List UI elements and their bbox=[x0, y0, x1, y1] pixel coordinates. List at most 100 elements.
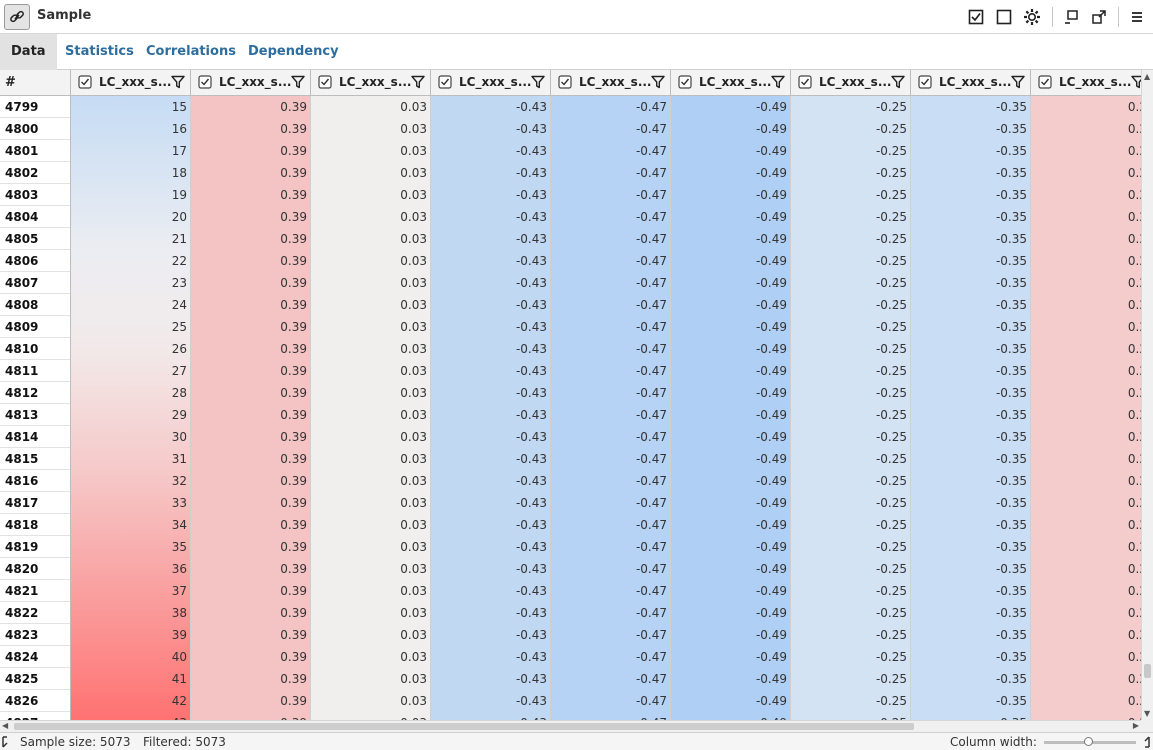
table-cell[interactable]: -0.43 bbox=[431, 206, 550, 228]
vertical-scroll-thumb[interactable] bbox=[1144, 664, 1151, 678]
table-cell[interactable]: -0.35 bbox=[911, 272, 1030, 294]
table-cell[interactable]: -0.47 bbox=[551, 206, 670, 228]
table-cell[interactable]: -0.35 bbox=[911, 140, 1030, 162]
table-cell[interactable]: 0.39 bbox=[191, 162, 310, 184]
table-cell[interactable]: 0.39 bbox=[191, 272, 310, 294]
table-cell[interactable]: -0.43 bbox=[431, 250, 550, 272]
table-cell[interactable]: 41 bbox=[71, 668, 190, 690]
table-cell[interactable]: -0.47 bbox=[551, 492, 670, 514]
table-cell[interactable]: -0.43 bbox=[431, 536, 550, 558]
table-cell[interactable]: -0.25 bbox=[791, 514, 910, 536]
column-header[interactable]: LC_xxx_s... bbox=[551, 70, 671, 96]
table-cell[interactable]: -0.47 bbox=[551, 646, 670, 668]
table-cell[interactable]: -0.35 bbox=[911, 448, 1030, 470]
table-cell[interactable]: -0.25 bbox=[791, 624, 910, 646]
column-checkbox-icon[interactable] bbox=[798, 75, 812, 89]
table-cell[interactable]: 35 bbox=[71, 536, 190, 558]
table-cell[interactable]: -0.25 bbox=[791, 338, 910, 360]
column-width-slider-knob[interactable] bbox=[1084, 737, 1093, 746]
tab-data[interactable]: Data bbox=[0, 34, 57, 70]
horizontal-scrollbar[interactable]: ◀ ▶ bbox=[0, 720, 1141, 732]
table-cell[interactable]: -0.49 bbox=[671, 272, 790, 294]
table-cell[interactable]: 0.39 bbox=[191, 228, 310, 250]
table-cell[interactable]: -0.35 bbox=[911, 206, 1030, 228]
table-cell[interactable]: 0.2 bbox=[1031, 118, 1141, 140]
table-cell[interactable]: -0.43 bbox=[431, 184, 550, 206]
table-cell[interactable]: -0.49 bbox=[671, 206, 790, 228]
tab-correlations[interactable]: Correlations bbox=[135, 34, 247, 70]
table-cell[interactable]: 23 bbox=[71, 272, 190, 294]
filter-icon[interactable] bbox=[1131, 75, 1141, 89]
table-cell[interactable]: 32 bbox=[71, 470, 190, 492]
table-cell[interactable]: -0.25 bbox=[791, 360, 910, 382]
table-cell[interactable]: -0.35 bbox=[911, 96, 1030, 118]
filter-icon[interactable] bbox=[531, 75, 545, 89]
filter-icon[interactable] bbox=[1011, 75, 1025, 89]
table-cell[interactable]: 0.2 bbox=[1031, 536, 1141, 558]
table-cell[interactable]: 0.39 bbox=[191, 558, 310, 580]
table-cell[interactable]: -0.35 bbox=[911, 536, 1030, 558]
table-cell[interactable]: -0.35 bbox=[911, 558, 1030, 580]
settings-icon[interactable] bbox=[1022, 7, 1042, 27]
table-cell[interactable]: 0.2 bbox=[1031, 514, 1141, 536]
table-cell[interactable]: 0.03 bbox=[311, 228, 430, 250]
filter-icon[interactable] bbox=[171, 75, 185, 89]
table-cell[interactable]: -0.25 bbox=[791, 712, 910, 720]
table-cell[interactable]: 0.2 bbox=[1031, 492, 1141, 514]
table-cell[interactable]: 0.03 bbox=[311, 338, 430, 360]
table-cell[interactable]: -0.47 bbox=[551, 294, 670, 316]
table-cell[interactable]: 0.2 bbox=[1031, 624, 1141, 646]
table-cell[interactable]: 0.39 bbox=[191, 118, 310, 140]
table-cell[interactable]: -0.47 bbox=[551, 382, 670, 404]
table-cell[interactable]: -0.47 bbox=[551, 162, 670, 184]
table-cell[interactable]: 0.2 bbox=[1031, 426, 1141, 448]
table-cell[interactable]: 29 bbox=[71, 404, 190, 426]
table-cell[interactable]: -0.47 bbox=[551, 712, 670, 720]
table-cell[interactable]: -0.43 bbox=[431, 404, 550, 426]
table-cell[interactable]: 21 bbox=[71, 228, 190, 250]
table-cell[interactable]: -0.47 bbox=[551, 668, 670, 690]
table-cell[interactable]: -0.43 bbox=[431, 228, 550, 250]
table-cell[interactable]: -0.35 bbox=[911, 426, 1030, 448]
table-cell[interactable]: -0.35 bbox=[911, 338, 1030, 360]
table-cell[interactable]: -0.49 bbox=[671, 580, 790, 602]
table-cell[interactable]: 26 bbox=[71, 338, 190, 360]
table-cell[interactable]: 0.2 bbox=[1031, 448, 1141, 470]
table-cell[interactable]: 40 bbox=[71, 646, 190, 668]
table-cell[interactable]: 0.03 bbox=[311, 624, 430, 646]
table-cell[interactable]: -0.47 bbox=[551, 470, 670, 492]
table-cell[interactable]: -0.47 bbox=[551, 602, 670, 624]
collapse-corner-icon[interactable] bbox=[2, 736, 14, 748]
table-cell[interactable]: 24 bbox=[71, 294, 190, 316]
table-cell[interactable]: 0.39 bbox=[191, 206, 310, 228]
table-cell[interactable]: -0.25 bbox=[791, 668, 910, 690]
table-cell[interactable]: 0.03 bbox=[311, 140, 430, 162]
table-cell[interactable]: -0.47 bbox=[551, 536, 670, 558]
column-checkbox-icon[interactable] bbox=[198, 75, 212, 89]
table-cell[interactable]: -0.49 bbox=[671, 514, 790, 536]
table-cell[interactable]: 17 bbox=[71, 140, 190, 162]
table-cell[interactable]: -0.35 bbox=[911, 316, 1030, 338]
table-cell[interactable]: 0.39 bbox=[191, 96, 310, 118]
table-cell[interactable]: -0.43 bbox=[431, 360, 550, 382]
table-cell[interactable]: 0.03 bbox=[311, 272, 430, 294]
filter-icon[interactable] bbox=[771, 75, 785, 89]
table-cell[interactable]: -0.49 bbox=[671, 162, 790, 184]
table-cell[interactable]: -0.49 bbox=[671, 404, 790, 426]
restore-window-icon[interactable] bbox=[1089, 7, 1109, 27]
horizontal-scroll-thumb[interactable] bbox=[14, 723, 914, 730]
column-header[interactable]: LC_xxx_s... bbox=[671, 70, 791, 96]
table-cell[interactable]: 0.2 bbox=[1031, 96, 1141, 118]
table-cell[interactable]: 0.03 bbox=[311, 360, 430, 382]
table-cell[interactable]: 42 bbox=[71, 690, 190, 712]
table-cell[interactable]: -0.25 bbox=[791, 690, 910, 712]
table-cell[interactable]: -0.35 bbox=[911, 624, 1030, 646]
table-cell[interactable]: 0.03 bbox=[311, 184, 430, 206]
table-cell[interactable]: 0.03 bbox=[311, 404, 430, 426]
table-cell[interactable]: -0.49 bbox=[671, 184, 790, 206]
table-cell[interactable]: -0.49 bbox=[671, 140, 790, 162]
table-cell[interactable]: 0.2 bbox=[1031, 360, 1141, 382]
table-cell[interactable]: 0.39 bbox=[191, 426, 310, 448]
table-cell[interactable]: 0.2 bbox=[1031, 668, 1141, 690]
table-cell[interactable]: 22 bbox=[71, 250, 190, 272]
